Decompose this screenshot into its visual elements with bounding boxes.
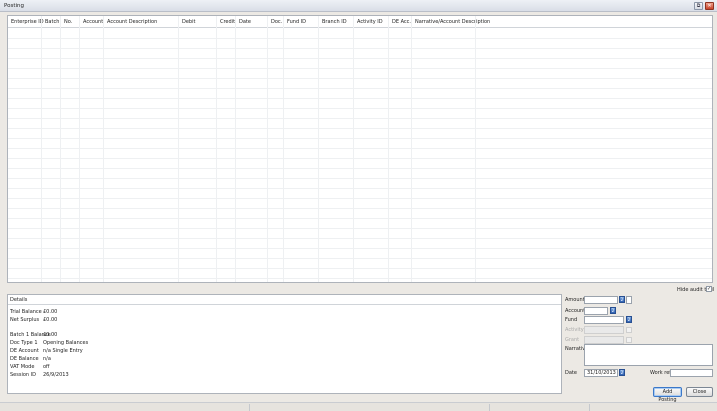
workref-input[interactable] (670, 369, 713, 377)
amount-input[interactable] (584, 296, 618, 304)
details-value: off (43, 364, 50, 370)
grid-row-line (8, 88, 712, 89)
account-picker-icon[interactable]: 2 (610, 307, 616, 314)
workref-label: Work ref. (650, 370, 673, 376)
title-bar: Posting ⧉ ✕ (0, 0, 717, 12)
grid-row-line (8, 158, 712, 159)
status-bar (0, 402, 717, 411)
grid-column (217, 16, 236, 282)
fund-label: Fund (565, 317, 578, 323)
grid-row-line (8, 168, 712, 169)
grant-input (584, 336, 624, 344)
activity-label: Activity (565, 327, 584, 333)
grid-column (179, 16, 217, 282)
grid-column (284, 16, 319, 282)
grid-row-line (8, 258, 712, 259)
grid-row-line (8, 118, 712, 119)
account-label: Account (565, 308, 586, 314)
date-picker-icon[interactable]: 2 (619, 369, 625, 376)
grid-column (104, 16, 179, 282)
details-label: DE Account (10, 348, 39, 354)
fund-input[interactable] (584, 316, 624, 324)
grid-column (354, 16, 389, 282)
grid-column (268, 16, 284, 282)
narrative-textarea[interactable] (584, 344, 713, 366)
date-label: Date (565, 370, 577, 376)
grid-column (236, 16, 268, 282)
close-button[interactable]: Close (686, 387, 713, 397)
grant-label: Grant (565, 337, 580, 343)
activity-checkbox (626, 327, 632, 333)
grid-column (412, 16, 476, 282)
date-input[interactable]: 31/10/2013 (584, 369, 618, 377)
close-window-button[interactable]: ✕ (705, 2, 714, 10)
details-panel: Details Trial Balance £0.00 Net Surplus £0.… (7, 294, 562, 394)
grid-column (61, 16, 80, 282)
grid-row-line (8, 218, 712, 219)
activity-input (584, 326, 624, 334)
grid-row-line (8, 278, 712, 279)
grid-row-line (8, 238, 712, 239)
details-label: DE Balance (10, 356, 39, 362)
grid-row-line (8, 108, 712, 109)
grant-checkbox (626, 337, 632, 343)
details-value: n/a (43, 356, 51, 362)
status-segment (0, 404, 250, 411)
details-label: Doc Type 1 (10, 340, 38, 346)
grid-row-line (8, 78, 712, 79)
details-value: £0.00 (43, 309, 58, 315)
grid-row-line (8, 148, 712, 149)
window-title: Posting (4, 3, 25, 9)
details-header: Details (8, 295, 561, 305)
grid-column (389, 16, 412, 282)
grid-row-line (8, 228, 712, 229)
account-input[interactable] (584, 307, 608, 315)
grid-row-line (8, 188, 712, 189)
grid-row-line (8, 68, 712, 69)
grid-column (319, 16, 354, 282)
grid-row-line (8, 98, 712, 99)
grid-column (42, 16, 61, 282)
grid-row-line (8, 178, 712, 179)
amount-calculator-icon[interactable]: 2 (619, 296, 625, 303)
grid-row-line (8, 198, 712, 199)
grid-row-line (8, 58, 712, 59)
status-segment (490, 404, 590, 411)
fund-picker-icon[interactable]: 2 (626, 316, 632, 323)
grid-column (8, 16, 42, 282)
status-segment (250, 404, 490, 411)
restore-button[interactable]: ⧉ (694, 2, 703, 10)
details-title: Details (10, 297, 28, 303)
grid-column (80, 16, 104, 282)
amount-label: Amount (565, 297, 585, 303)
grid-row-line (8, 128, 712, 129)
details-value: Opening Balances (43, 340, 89, 346)
details-label: Net Surplus (10, 317, 40, 323)
postings-grid[interactable]: Enterprise ID Batch No. Account Account Desc… (7, 15, 713, 283)
grid-row-line (8, 208, 712, 209)
details-label: Session ID (10, 372, 36, 378)
add-posting-button[interactable]: Add Posting (653, 387, 682, 403)
hide-audit-trail-checkbox[interactable]: ✓ (706, 286, 712, 292)
grid-row-line (8, 38, 712, 39)
grid-row-line (8, 48, 712, 49)
details-value: 26/9/2013 (43, 372, 69, 378)
amount-extra-field[interactable] (626, 296, 632, 304)
grid-row-line (8, 268, 712, 269)
details-value: £0.00 (43, 332, 58, 338)
details-label: VAT Mode (10, 364, 35, 370)
details-value: n/a Single Entry (43, 348, 83, 354)
grid-row-line (8, 248, 712, 249)
details-value: £0.00 (43, 317, 58, 323)
grid-row-line (8, 138, 712, 139)
details-label: Trial Balance (10, 309, 42, 315)
